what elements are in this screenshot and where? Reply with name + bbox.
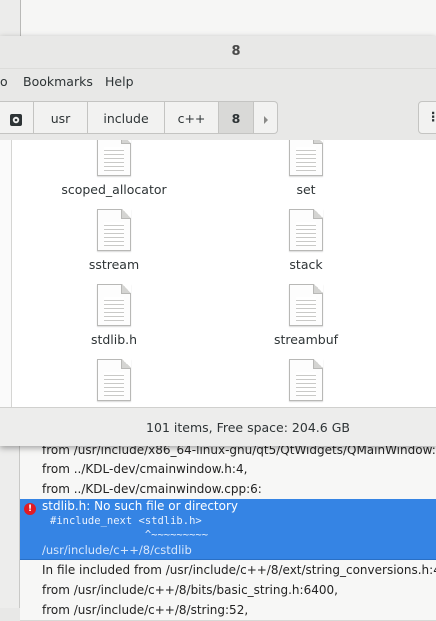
issue-row[interactable]: In file included from /usr/include/c++/8…	[20, 560, 436, 581]
menu-go[interactable]: o	[0, 69, 8, 95]
issue-message: stdlib.h: No such file or directory	[42, 499, 239, 513]
file-item[interactable]	[241, 359, 371, 407]
issue-caret-line: ^~~~~~~~~~	[50, 529, 209, 541]
status-text: 101 items, Free space: 204.6 GB	[146, 420, 350, 435]
issues-gutter	[0, 440, 20, 608]
file-manager-window: 8 o Bookmarks Help usr include c++ 8 ⋮⋮	[0, 36, 436, 446]
file-name: scoped_allocator	[61, 182, 167, 197]
file-name: set	[296, 182, 316, 197]
menu-dots-icon: ⋮⋮	[427, 109, 436, 124]
text-file-icon	[289, 284, 323, 326]
text-file-icon	[289, 209, 323, 251]
file-item[interactable]: scoped_allocator	[49, 140, 179, 197]
issue-row[interactable]: from ../KDL-dev/cmainwindow.cpp:6:	[20, 479, 436, 500]
issue-row[interactable]: from ../KDL-dev/cmainwindow.h:4,	[20, 459, 436, 480]
file-item[interactable]: set	[241, 140, 371, 197]
menu-bar: o Bookmarks Help	[0, 69, 436, 95]
issue-text: from ../KDL-dev/cmainwindow.h:4,	[42, 462, 248, 476]
background-panel	[21, 0, 436, 36]
file-item[interactable]: stack	[241, 209, 371, 272]
text-file-icon	[289, 140, 323, 176]
file-name: streambuf	[273, 332, 339, 347]
file-item[interactable]: stdlib.h	[49, 284, 179, 347]
text-file-icon	[289, 359, 323, 401]
issue-code-line: #include_next <stdlib.h>	[50, 514, 202, 527]
menu-bookmarks[interactable]: Bookmarks	[23, 69, 93, 95]
file-grid: scoped_allocator set sstream stack stdli…	[12, 140, 436, 407]
issues-panel: from /usr/include/x86_64-linux-gnu/qt5/Q…	[0, 440, 436, 621]
breadcrumb-include[interactable]: include	[88, 101, 165, 134]
window-title: 8	[231, 44, 241, 59]
issue-text: from /usr/include/c++/8/bits/basic_strin…	[42, 583, 338, 597]
file-name: stdlib.h	[90, 332, 138, 347]
breadcrumb-cpp[interactable]: c++	[165, 101, 219, 134]
error-icon: !	[24, 503, 36, 515]
background-ide-top	[0, 0, 436, 36]
file-item[interactable]: streambuf	[241, 284, 371, 347]
breadcrumb-forward-button[interactable]	[254, 101, 278, 134]
text-file-icon	[97, 140, 131, 176]
drive-icon	[10, 113, 22, 126]
file-item[interactable]	[49, 359, 179, 407]
breadcrumb-8[interactable]: 8	[219, 101, 254, 134]
issue-row[interactable]: from /usr/include/c++/8/string:52,	[20, 600, 436, 621]
breadcrumb-usr[interactable]: usr	[34, 101, 88, 134]
issue-row[interactable]: from /usr/include/c++/8/bits/basic_strin…	[20, 580, 436, 601]
view-menu-button[interactable]: ⋮⋮	[418, 101, 436, 134]
text-file-icon	[97, 209, 131, 251]
text-file-icon	[97, 284, 131, 326]
file-item[interactable]: sstream	[49, 209, 179, 272]
issue-text: from /usr/include/c++/8/string:52,	[42, 603, 249, 617]
toolbar: usr include c++ 8 ⋮⋮	[0, 95, 436, 141]
file-name: stack	[289, 257, 323, 272]
chevron-right-icon	[263, 115, 268, 124]
breadcrumb-root-button[interactable]	[0, 101, 34, 134]
sidebar-edge	[0, 140, 12, 407]
issue-path: /usr/include/c++/8/cstdlib	[42, 542, 192, 557]
issue-row-selected[interactable]: ! stdlib.h: No such file or directory #i…	[20, 499, 436, 560]
menu-help[interactable]: Help	[105, 69, 134, 95]
file-name: sstream	[88, 257, 140, 272]
issue-text: from ../KDL-dev/cmainwindow.cpp:6:	[42, 482, 262, 496]
text-file-icon	[97, 359, 131, 401]
issue-text: In file included from /usr/include/c++/8…	[42, 563, 436, 577]
status-bar: 101 items, Free space: 204.6 GB	[0, 407, 436, 446]
title-bar[interactable]: 8	[0, 36, 436, 69]
